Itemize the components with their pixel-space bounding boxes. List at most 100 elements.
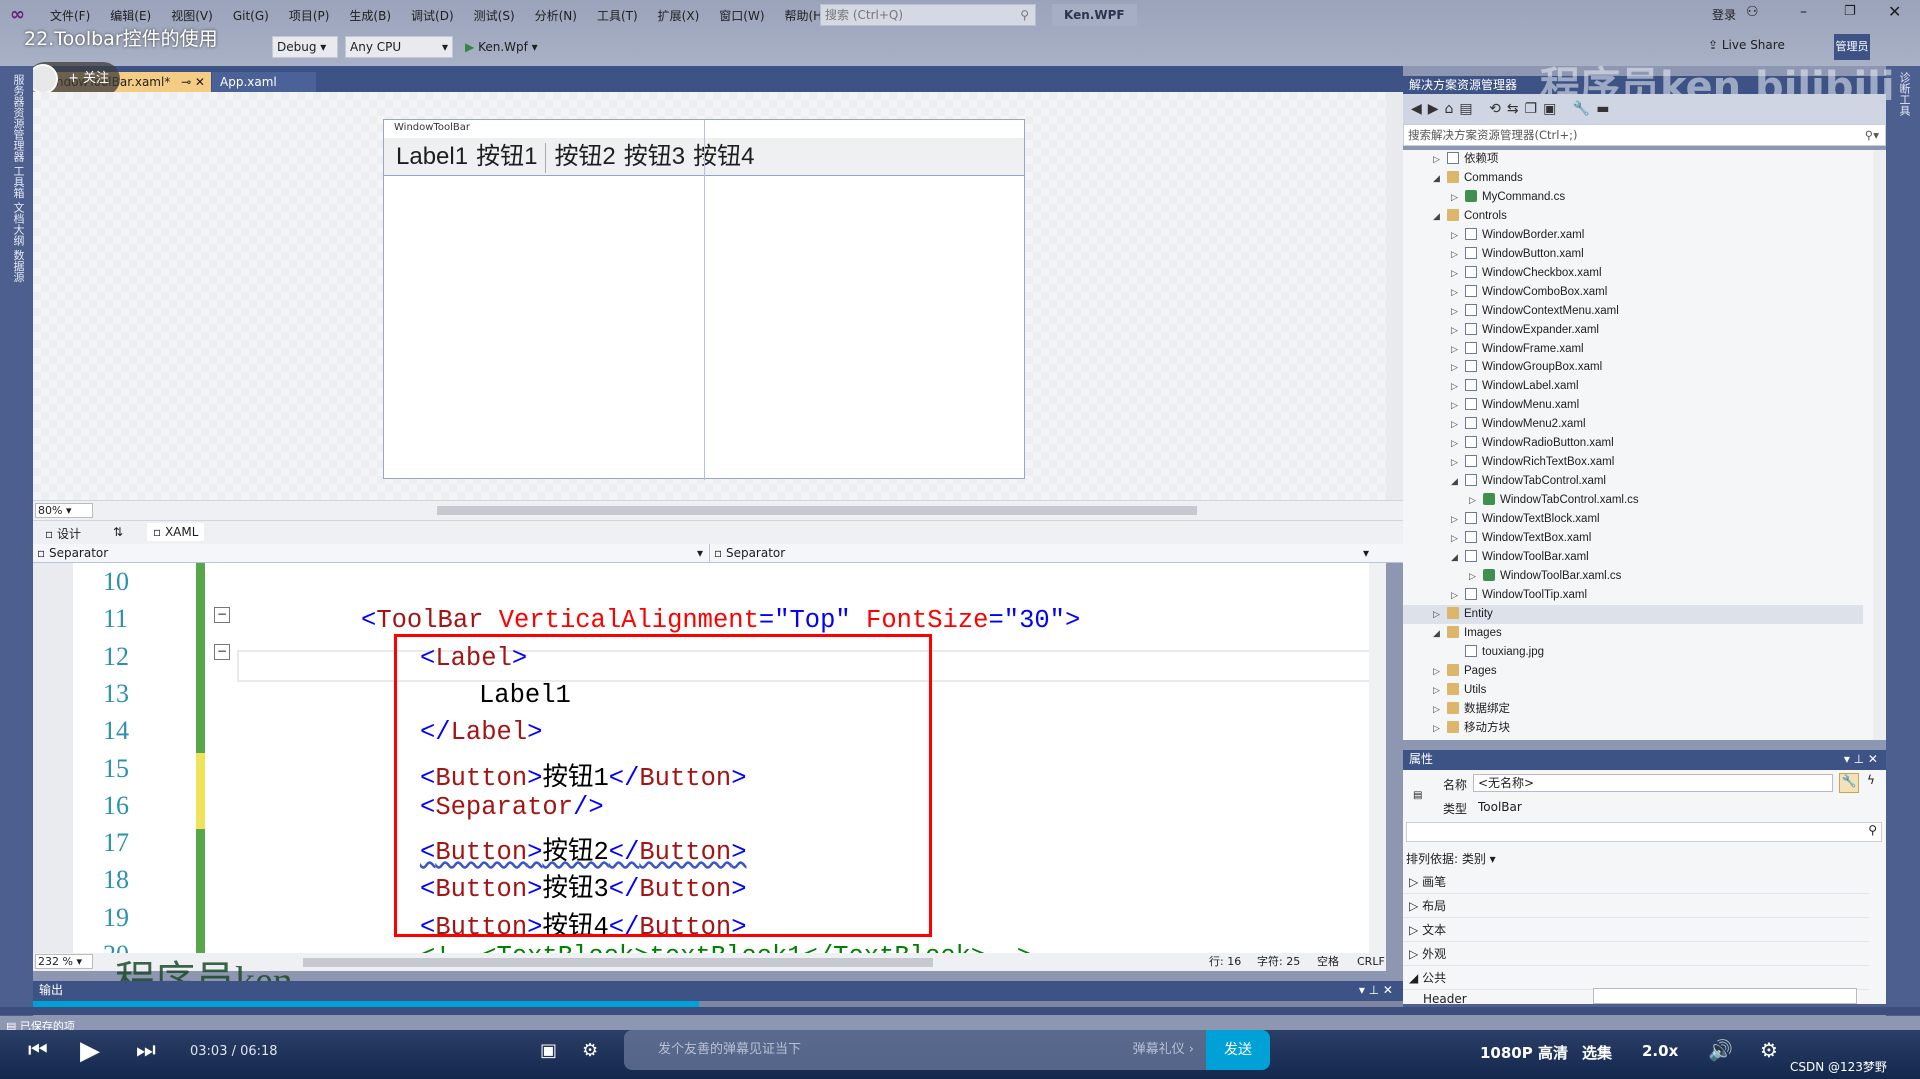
- collapsed-arrow-icon[interactable]: ▷: [1433, 681, 1447, 700]
- editor-vertical-scrollbar[interactable]: [1369, 563, 1386, 953]
- menu-item[interactable]: 测试(S): [464, 6, 525, 26]
- collapsed-arrow-icon[interactable]: ▷: [1451, 188, 1465, 207]
- collapsed-arrow-icon[interactable]: ▷: [1451, 226, 1465, 245]
- tree-item[interactable]: ▷ WindowCheckbox.xaml: [1451, 264, 1602, 283]
- tree-item[interactable]: ▷ Pages: [1433, 662, 1497, 681]
- toolbar-button[interactable]: 按钮3: [624, 143, 685, 170]
- tab-app-xaml[interactable]: App.xaml: [212, 72, 316, 92]
- sort-dropdown[interactable]: 排列依据: 类别 ▾: [1406, 850, 1496, 867]
- collapsed-arrow-icon[interactable]: ▷: [1451, 415, 1465, 434]
- designer-horizontal-scrollbar[interactable]: [437, 506, 1197, 515]
- property-category[interactable]: ▷ 文本: [1403, 918, 1869, 942]
- tab-xaml[interactable]: ▫ XAML: [147, 523, 205, 541]
- tree-item[interactable]: ▷ WindowTextBox.xaml: [1451, 529, 1591, 548]
- expanded-arrow-icon[interactable]: ◢: [1433, 169, 1447, 188]
- tree-item[interactable]: ◢ Images: [1433, 624, 1502, 643]
- play-pause-icon[interactable]: ▶: [80, 1036, 100, 1066]
- expanded-arrow-icon[interactable]: ◢: [1433, 207, 1447, 226]
- menu-item[interactable]: 调试(D): [401, 6, 464, 26]
- menu-item[interactable]: 扩展(X): [648, 6, 710, 26]
- menu-item[interactable]: 工具(T): [587, 6, 648, 26]
- close-tab-icon[interactable]: ⊸ ✕: [181, 72, 205, 92]
- restore-button[interactable]: ❐: [1844, 4, 1856, 19]
- collapsed-arrow-icon[interactable]: ▷: [1451, 377, 1465, 396]
- events-button[interactable]: ϟ: [1861, 773, 1881, 793]
- property-category[interactable]: ▷ 画笔: [1403, 870, 1869, 894]
- tree-item[interactable]: ▷ Utils: [1433, 681, 1486, 700]
- tree-item[interactable]: ▷ WindowFrame.xaml: [1451, 340, 1584, 359]
- tree-item[interactable]: ▷ WindowLabel.xaml: [1451, 377, 1579, 396]
- tree-item[interactable]: ▷ WindowContextMenu.xaml: [1451, 302, 1619, 321]
- collapsed-arrow-icon[interactable]: ▷: [1433, 605, 1447, 624]
- element-dropdown-right[interactable]: ▫ Separator ▾: [709, 544, 1373, 562]
- collapsed-arrow-icon[interactable]: ▷: [1451, 529, 1465, 548]
- collapsed-arrow-icon[interactable]: ▷: [1451, 302, 1465, 321]
- toolbar-label[interactable]: Label1: [396, 143, 468, 170]
- tab-design[interactable]: ▫ 设计: [45, 525, 81, 542]
- platform-dropdown[interactable]: Any CPU ▾: [345, 36, 453, 58]
- tree-item[interactable]: ▷ WindowExpander.xaml: [1451, 321, 1599, 340]
- collapsed-arrow-icon[interactable]: ▷: [1433, 150, 1447, 169]
- danmaku-settings-icon[interactable]: ⚙: [582, 1040, 598, 1061]
- property-category[interactable]: ◢ 公共: [1403, 966, 1869, 990]
- design-window[interactable]: WindowToolBar Label1 按钮1 按钮2 按钮3 按钮4: [383, 119, 1025, 480]
- menu-item[interactable]: 编辑(E): [100, 6, 161, 26]
- expanded-arrow-icon[interactable]: ◢: [1433, 624, 1447, 643]
- menu-item[interactable]: 文件(F): [40, 6, 100, 26]
- tree-item[interactable]: ▷ WindowMenu2.xaml: [1451, 415, 1586, 434]
- close-button[interactable]: ✕: [1888, 2, 1901, 21]
- editor-zoom-dropdown[interactable]: 232 % ▾: [35, 954, 93, 969]
- code-line[interactable]: <!--<TextBlock>textBlock1</TextBlock>-->: [420, 942, 1032, 953]
- tree-item[interactable]: ▷ WindowButton.xaml: [1451, 245, 1584, 264]
- panel-controls[interactable]: ▾ ⊥ ✕: [1359, 981, 1393, 999]
- tree-item[interactable]: ▷ WindowRichTextBox.xaml: [1451, 453, 1614, 472]
- previous-icon[interactable]: ⏮: [28, 1038, 48, 1063]
- designer-zoom-dropdown[interactable]: 80% ▾: [35, 503, 93, 518]
- send-button[interactable]: 发送: [1206, 1030, 1270, 1070]
- menu-item[interactable]: 项目(P): [279, 6, 340, 26]
- login-link[interactable]: 登录: [1712, 6, 1736, 23]
- tree-item[interactable]: ▷ 数据绑定: [1433, 700, 1510, 719]
- property-category[interactable]: ▷ 布局: [1403, 894, 1869, 918]
- collapsed-arrow-icon[interactable]: ▷: [1451, 283, 1465, 302]
- collapsed-arrow-icon[interactable]: ▷: [1433, 662, 1447, 681]
- xaml-designer-canvas[interactable]: WindowToolBar Label1 按钮1 按钮2 按钮3 按钮4: [33, 92, 1386, 500]
- danmaku-etiquette-link[interactable]: 弹幕礼仪 ›: [1133, 1030, 1194, 1070]
- minimize-button[interactable]: –: [1800, 4, 1807, 20]
- tree-item[interactable]: ▷ WindowMenu.xaml: [1451, 396, 1579, 415]
- account-icon[interactable]: ⚇: [1746, 4, 1759, 20]
- tree-item[interactable]: ▷ MyCommand.cs: [1451, 188, 1565, 207]
- toolbar-button[interactable]: 按钮2: [554, 143, 615, 170]
- toolbar-icons[interactable]: ◀▶⌂▤ ⟲⇆❐▣ 🔧▬: [1411, 101, 1615, 117]
- danmaku-input[interactable]: 发个友善的弹幕见证当下 弹幕礼仪 ›: [624, 1030, 1206, 1070]
- collapsed-arrow-icon[interactable]: ▷: [1451, 586, 1465, 605]
- collapse-toggle[interactable]: −: [214, 607, 230, 623]
- tree-item[interactable]: touxiang.jpg: [1451, 643, 1544, 662]
- collapsed-arrow-icon[interactable]: ▷: [1451, 321, 1465, 340]
- name-input[interactable]: <无名称>: [1473, 774, 1833, 792]
- volume-icon[interactable]: 🔊: [1708, 1038, 1733, 1062]
- tree-item[interactable]: ▷ WindowTabControl.xaml.cs: [1469, 491, 1639, 510]
- tree-item[interactable]: ◢ Commands: [1433, 169, 1523, 188]
- collapsed-arrow-icon[interactable]: ▷: [1451, 245, 1465, 264]
- collapse-toggle[interactable]: −: [214, 644, 230, 660]
- tree-item[interactable]: ▷ WindowGroupBox.xaml: [1451, 358, 1602, 377]
- properties-search-input[interactable]: ⚲: [1406, 822, 1882, 842]
- property-category[interactable]: ▷ 外观: [1403, 942, 1869, 966]
- collapsed-arrow-icon[interactable]: ▷: [1451, 264, 1465, 283]
- collapsed-arrow-icon[interactable]: ▷: [1451, 358, 1465, 377]
- tree-item[interactable]: ▷ WindowRadioButton.xaml: [1451, 434, 1614, 453]
- tree-item[interactable]: ▷ WindowToolTip.xaml: [1451, 586, 1587, 605]
- tree-item[interactable]: ◢ Controls: [1433, 207, 1507, 226]
- editor-horizontal-scrollbar[interactable]: [303, 958, 933, 967]
- collapsed-arrow-icon[interactable]: ▷: [1451, 434, 1465, 453]
- collapsed-arrow-icon[interactable]: ▷: [1451, 510, 1465, 529]
- element-dropdown-left[interactable]: ▫ Separator ▾: [37, 544, 707, 562]
- menu-item[interactable]: 生成(B): [339, 6, 401, 26]
- tree-item[interactable]: ◢ WindowToolBar.xaml: [1451, 548, 1589, 567]
- menu-item[interactable]: 窗口(W): [709, 6, 774, 26]
- properties-wrench-button[interactable]: 🔧: [1839, 773, 1859, 793]
- next-icon[interactable]: ⏭: [136, 1038, 156, 1063]
- quality-selector[interactable]: 1080P 高清: [1480, 1042, 1568, 1063]
- header-property-input[interactable]: [1593, 988, 1857, 1004]
